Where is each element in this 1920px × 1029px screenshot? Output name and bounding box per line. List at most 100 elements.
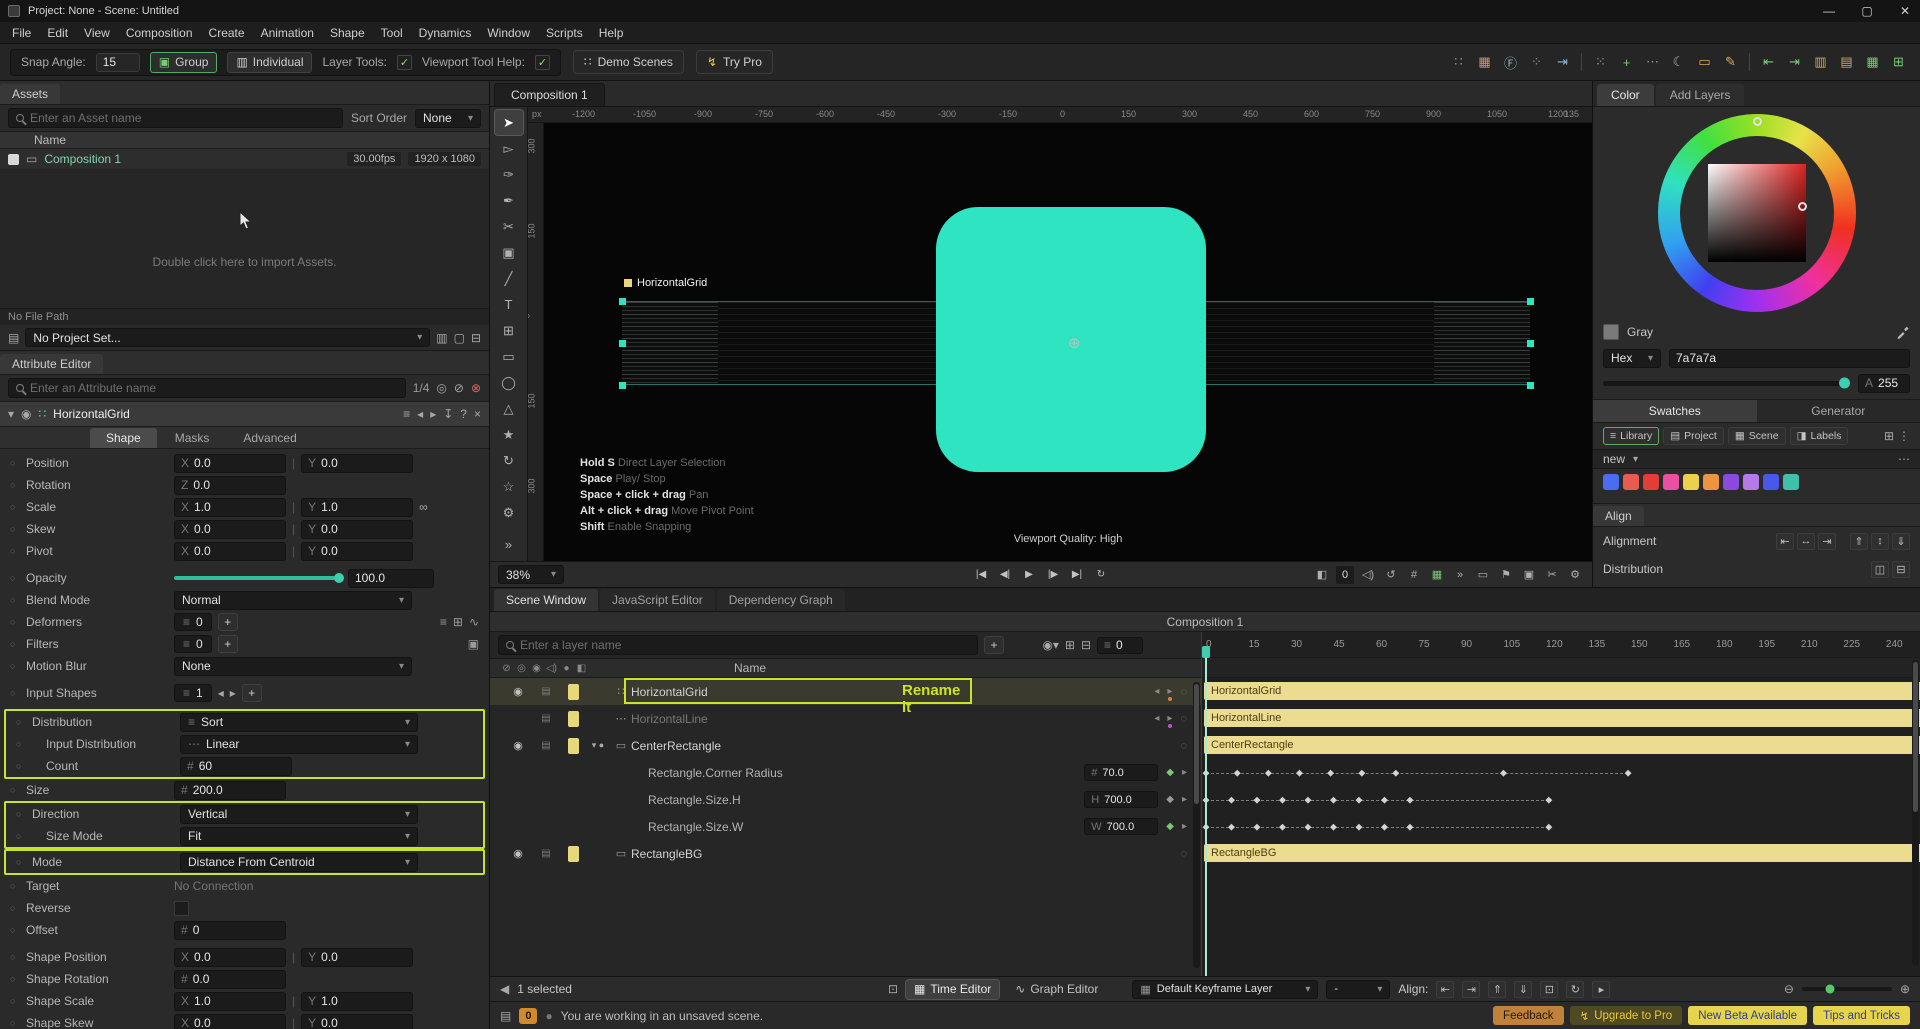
next-shape-icon[interactable]: ▸ bbox=[230, 686, 236, 700]
selection-handle[interactable] bbox=[1527, 382, 1534, 389]
keyable-dot[interactable]: ○ bbox=[10, 458, 26, 468]
slider-handle[interactable] bbox=[334, 573, 344, 583]
ellipse-tool[interactable]: ◯ bbox=[495, 370, 523, 395]
console-icon[interactable]: ▤ bbox=[500, 1009, 511, 1023]
knife-tool[interactable]: ✂ bbox=[495, 214, 523, 239]
align-left-icon[interactable]: ⇤ bbox=[1436, 981, 1454, 998]
prev-keyframe-icon[interactable]: ◂ bbox=[1154, 713, 1159, 724]
polygon-tool[interactable]: △ bbox=[495, 396, 523, 421]
library-button-project[interactable]: ▤Project bbox=[1663, 427, 1724, 445]
timeline-bar-centerrectangle[interactable]: CenterRectangle bbox=[1204, 736, 1920, 754]
keyframe-diamond[interactable]: ◆ bbox=[1254, 794, 1261, 805]
timeline-ruler[interactable]: 0153045607590105120135150165180195210225… bbox=[1202, 632, 1920, 658]
value-field[interactable]: #0.0 bbox=[174, 970, 286, 989]
timeline-zoom-slider[interactable] bbox=[1802, 987, 1892, 991]
hex-mode-dropdown[interactable]: Hex▾ bbox=[1603, 349, 1661, 368]
sv-indicator[interactable] bbox=[1798, 202, 1807, 211]
prev-keyframe-icon[interactable]: ◂ bbox=[1154, 686, 1159, 697]
button-upgrade-to-pro[interactable]: ↯Upgrade to Pro bbox=[1570, 1006, 1683, 1025]
transform-tool[interactable]: ⊞ bbox=[495, 318, 523, 343]
property-value-field[interactable]: W700.0 bbox=[1084, 818, 1158, 835]
value-field[interactable]: #0 bbox=[174, 921, 286, 940]
collapse-icon[interactable]: ▾ bbox=[8, 407, 14, 421]
keyframe-diamond[interactable]: ◆ bbox=[1279, 821, 1286, 832]
keyable-dot[interactable]: ○ bbox=[16, 809, 32, 819]
swatch-menu-icon[interactable]: ⋮ bbox=[1898, 429, 1910, 443]
snap-angle-input[interactable]: 15 bbox=[96, 53, 140, 72]
color-swatch-1[interactable] bbox=[1623, 474, 1639, 490]
color-swatch-6[interactable] bbox=[1723, 474, 1739, 490]
color-swatch-3[interactable] bbox=[1663, 474, 1679, 490]
grid-dots-icon[interactable]: ∷ bbox=[1447, 52, 1470, 73]
pen-icon[interactable]: ✎ bbox=[1719, 52, 1742, 73]
settings-tool[interactable]: ⚙ bbox=[495, 500, 523, 525]
keyframe-diamond[interactable]: ◆ bbox=[1500, 767, 1507, 778]
search-options-icon[interactable]: ◎ bbox=[436, 381, 446, 395]
selection-handle[interactable] bbox=[619, 382, 626, 389]
value-field[interactable]: X1.0 bbox=[174, 498, 286, 517]
add-swatch-group-icon[interactable]: ⊞ bbox=[1884, 429, 1894, 443]
alpha-slider[interactable] bbox=[1603, 381, 1850, 386]
value-field[interactable]: Y0.0 bbox=[301, 1014, 413, 1029]
visibility-icon[interactable]: ◉ bbox=[504, 847, 532, 860]
jump-end-button[interactable]: ▶| bbox=[1067, 566, 1087, 584]
expand-icon[interactable]: » bbox=[1451, 566, 1469, 584]
cycle-options-icon[interactable]: ↻ bbox=[1566, 981, 1584, 998]
keyframe-diamond[interactable]: ◆ bbox=[1234, 767, 1241, 778]
color-swatch-7[interactable] bbox=[1743, 474, 1759, 490]
layer-color-swatch[interactable] bbox=[568, 846, 579, 862]
timeline-bar-horizontalline[interactable]: HorizontalLine bbox=[1204, 709, 1920, 727]
eyedropper-icon[interactable] bbox=[1896, 325, 1910, 339]
graph-editor-button[interactable]: ∿Graph Editor bbox=[1007, 980, 1106, 999]
keyable-dot[interactable]: ○ bbox=[10, 595, 26, 605]
distribution-icon-0[interactable]: ◫ bbox=[1871, 561, 1889, 578]
menu-tool[interactable]: Tool bbox=[373, 23, 411, 43]
keyframe-diamond[interactable]: ◆ bbox=[1625, 767, 1632, 778]
keyable-dot[interactable]: ○ bbox=[16, 717, 32, 727]
keyframe-diamond[interactable]: ◆ bbox=[1166, 794, 1174, 805]
menu-animation[interactable]: Animation bbox=[253, 23, 322, 43]
keyable-dot[interactable]: ○ bbox=[10, 546, 26, 556]
render-flag-icon[interactable]: ◌ bbox=[1180, 713, 1187, 725]
tab-javascript-editor[interactable]: JavaScript Editor bbox=[600, 589, 715, 611]
keyframe-diamond[interactable]: ◆ bbox=[1228, 821, 1235, 832]
keyable-dot[interactable]: ○ bbox=[10, 903, 26, 913]
tab-dependency-graph[interactable]: Dependency Graph bbox=[717, 589, 845, 611]
value-field[interactable]: X1.0 bbox=[174, 992, 286, 1011]
layers-icon[interactable]: ▣ bbox=[1520, 566, 1538, 584]
visibility-icon[interactable]: ◉ bbox=[504, 685, 532, 698]
pen-tool[interactable]: ✒ bbox=[495, 188, 523, 213]
value-field[interactable]: Y0.0 bbox=[301, 542, 413, 561]
selection-handle[interactable] bbox=[619, 340, 626, 347]
selection-handle[interactable] bbox=[1527, 298, 1534, 305]
selection-handle[interactable] bbox=[619, 298, 626, 305]
layer-tools-checkbox[interactable]: ✓ bbox=[397, 55, 412, 70]
render-settings-icon[interactable]: ⚙ bbox=[1566, 566, 1584, 584]
frame-count-chip[interactable]: 0 bbox=[1336, 566, 1354, 584]
keyframe-diamond[interactable]: ◆ bbox=[1407, 821, 1414, 832]
timeline-bar-horizontalgrid[interactable]: HorizontalGrid bbox=[1204, 682, 1920, 700]
zoom-in-icon[interactable]: ⊕ bbox=[1900, 982, 1910, 996]
keyframe-diamond[interactable]: ◆ bbox=[1305, 821, 1312, 832]
viewport-tab-composition-1[interactable]: Composition 1 bbox=[494, 83, 605, 106]
add-green-icon[interactable]: + bbox=[1615, 52, 1638, 73]
value-field[interactable]: X0.0 bbox=[174, 1014, 286, 1029]
next-keyframe-icon[interactable]: ▸ bbox=[1182, 767, 1187, 778]
expander-icon[interactable]: ▾ ● bbox=[585, 740, 611, 751]
keyframe-diamond[interactable]: ◆ bbox=[1330, 821, 1337, 832]
timeline-scrollbar[interactable] bbox=[1912, 660, 1919, 966]
menu-view[interactable]: View bbox=[76, 23, 118, 43]
add-layer-button[interactable]: + bbox=[984, 636, 1004, 654]
value-field[interactable]: #60 bbox=[180, 757, 292, 776]
layer-row-rectangle-corner-radius[interactable]: Rectangle.Corner Radius#70.0◆▸ bbox=[490, 759, 1201, 786]
playhead[interactable] bbox=[1205, 658, 1207, 976]
maximize-button[interactable]: ▢ bbox=[1852, 0, 1882, 22]
dropdown-mode[interactable]: Distance From Centroid▾ bbox=[180, 853, 418, 872]
moon-icon[interactable]: ☾ bbox=[1667, 52, 1690, 73]
line-tool[interactable]: ╱ bbox=[495, 266, 523, 291]
table-icon[interactable]: ⊞ bbox=[1887, 52, 1910, 73]
render-toggle-icon[interactable]: ▤ bbox=[532, 686, 560, 697]
rows-icon[interactable]: ▤ bbox=[1835, 52, 1858, 73]
keyable-dot[interactable]: ○ bbox=[16, 831, 32, 841]
star-tool[interactable]: ★ bbox=[495, 422, 523, 447]
